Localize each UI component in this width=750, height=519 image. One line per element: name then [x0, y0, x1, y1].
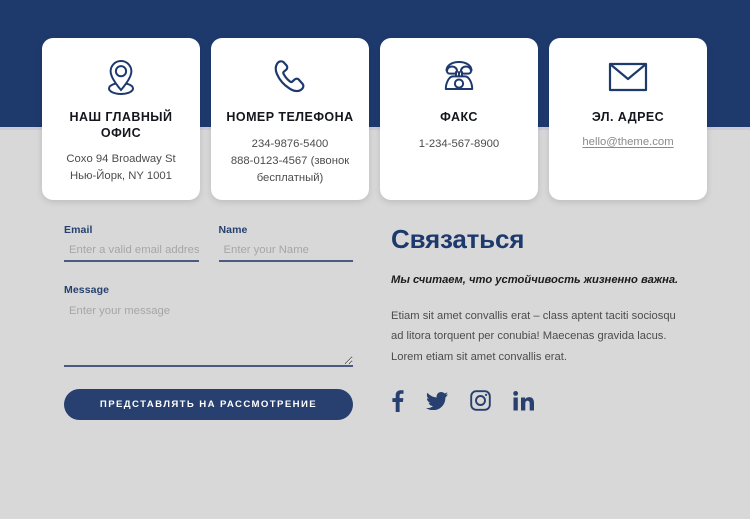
fax-machine-icon	[439, 54, 479, 100]
name-field-group: Name	[218, 224, 353, 262]
email-link[interactable]: hello@theme.com	[582, 136, 673, 148]
message-label: Message	[64, 284, 110, 296]
info-body-text: Etiam sit amet convallis erat – class ap…	[391, 309, 676, 364]
name-label: Name	[218, 224, 248, 236]
email-label: Email	[64, 224, 93, 236]
card-title: НОМЕР ТЕЛЕФОНА	[226, 110, 354, 124]
phone-handset-icon	[270, 54, 310, 100]
form-row-email-name: Email Name	[64, 224, 353, 262]
contact-card-email: ЭЛ. АДРЕС hello@theme.com	[549, 38, 707, 201]
info-column: Связаться Мы считаем, что устойчивость ж…	[391, 224, 691, 412]
page-title: Связаться	[391, 224, 525, 254]
facebook-icon[interactable]	[391, 390, 404, 412]
submit-button[interactable]: ПРЕДСТАВЛЯТЬ НА РАССМОТРЕНИЕ	[64, 389, 353, 420]
instagram-icon[interactable]	[470, 390, 491, 412]
card-title: ФАКС	[440, 110, 478, 124]
card-text-line: 888-0123-4567 (звонок бесплатный)	[230, 154, 350, 184]
twitter-icon[interactable]	[426, 391, 448, 410]
map-pin-icon	[102, 54, 140, 100]
card-text: 234-9876-5400 888-0123-4567 (звонок бесп…	[222, 136, 358, 187]
message-textarea[interactable]	[64, 304, 353, 367]
email-field-group: Email	[64, 224, 199, 262]
info-lead-text: Мы считаем, что устойчивость жизненно ва…	[391, 274, 679, 286]
card-text-line: 234-9876-5400	[251, 137, 329, 150]
contact-cards-row: НАШ ГЛАВНЫЙ ОФИС Coxo 94 Broadway St Нью…	[42, 38, 708, 201]
envelope-icon	[607, 54, 649, 100]
card-title: ЭЛ. АДРЕС	[591, 110, 665, 124]
contact-form: Email Name Message ПРЕДСТАВЛЯТЬ НА РАССМ…	[64, 224, 353, 420]
card-text: 1-234-567-8900	[418, 137, 500, 150]
email-input[interactable]	[64, 244, 199, 262]
linkedin-icon[interactable]	[513, 390, 534, 411]
social-links	[391, 390, 691, 412]
contact-card-fax: ФАКС 1-234-567-8900	[380, 38, 538, 201]
contact-card-phone: НОМЕР ТЕЛЕФОНА 234-9876-5400 888-0123-45…	[211, 38, 369, 201]
card-text: Coxo 94 Broadway St Нью-Йорк, NY 1001	[66, 153, 176, 183]
card-title: НАШ ГЛАВНЫЙ ОФИС	[69, 110, 173, 140]
name-input[interactable]	[218, 244, 353, 262]
message-field-group: Message	[64, 284, 353, 367]
contact-card-office: НАШ ГЛАВНЫЙ ОФИС Coxo 94 Broadway St Нью…	[42, 38, 200, 201]
